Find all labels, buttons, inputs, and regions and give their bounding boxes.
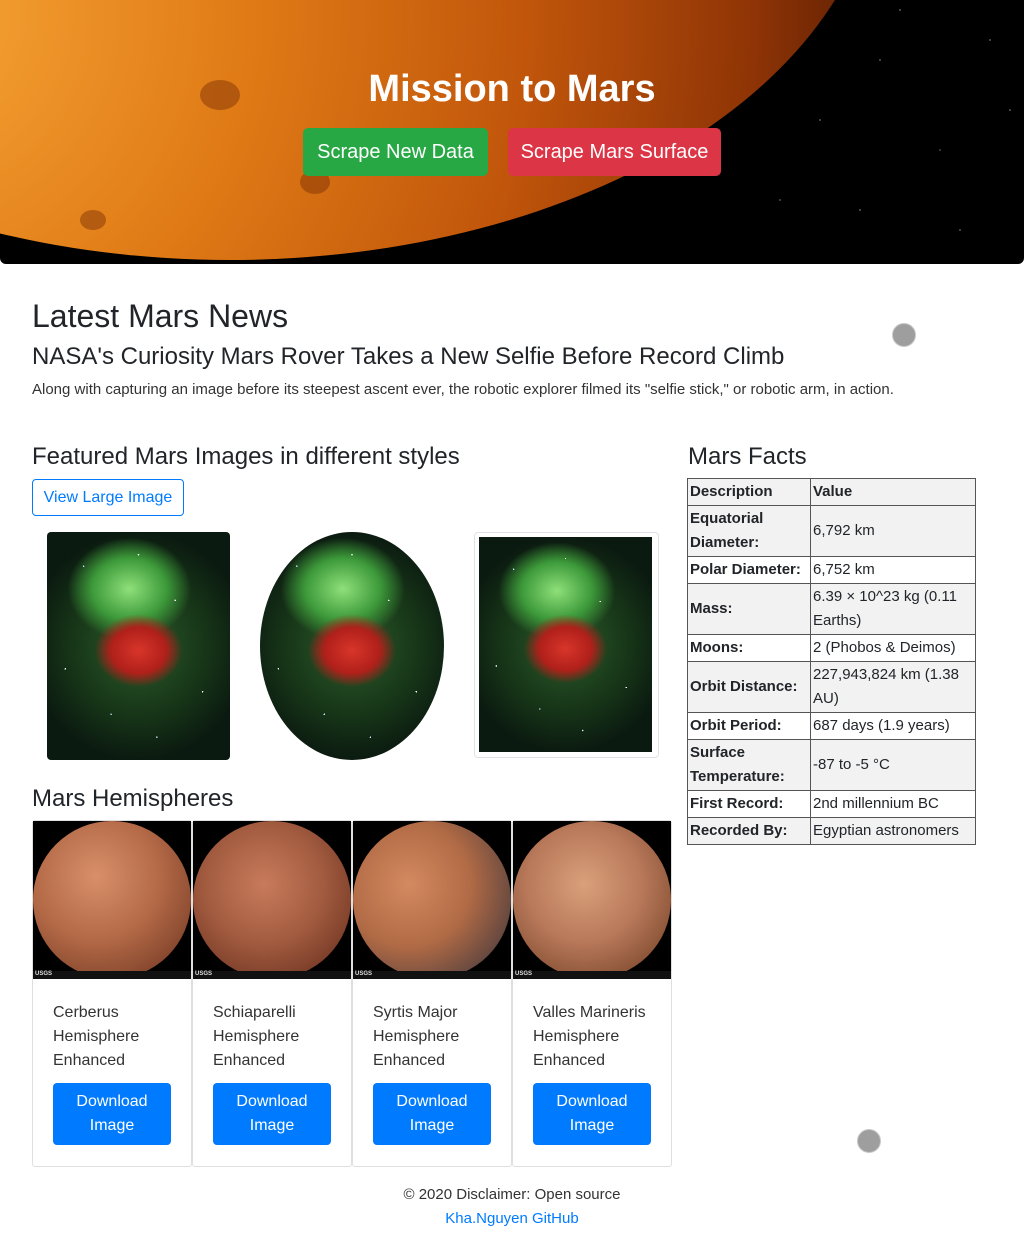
table-row: Polar Diameter: 6,752 km <box>687 556 976 584</box>
table-row: Orbit Distance: 227,943,824 km (1.38 AU) <box>687 661 976 713</box>
facts-heading: Mars Facts <box>688 443 807 470</box>
table-row: Recorded By: Egyptian astronomers <box>687 817 976 845</box>
fact-description: Orbit Distance: <box>687 661 811 713</box>
table-row: First Record: 2nd millennium BC <box>687 790 976 818</box>
fact-description: Mass: <box>687 583 811 635</box>
usgs-logo: USGS <box>195 971 213 977</box>
fact-value: 2nd millennium BC <box>810 790 976 818</box>
usgs-logo: USGS <box>35 971 53 977</box>
fact-description: Polar Diameter: <box>687 556 811 584</box>
fact-value: 6,792 km <box>810 505 976 557</box>
hemisphere-card: USGS Valles Marineris Hemisphere Enhance… <box>512 820 672 1167</box>
featured-image-circle <box>260 532 444 760</box>
fact-value: -87 to -5 °C <box>810 739 976 791</box>
column-header: Description <box>687 478 811 506</box>
fact-value: 227,943,824 km (1.38 AU) <box>810 661 976 713</box>
fact-value: 687 days (1.9 years) <box>810 712 976 740</box>
news-heading: Latest Mars News <box>32 298 289 334</box>
hemisphere-title: Cerberus Hemisphere Enhanced <box>53 1004 140 1069</box>
page-title: Mission to Mars <box>368 68 656 110</box>
table-row: Surface Temperature: -87 to -5 °C <box>687 739 976 791</box>
crater-decoration <box>80 210 106 230</box>
mars-globe-image <box>513 821 671 979</box>
table-row: Equatorial Diameter: 6,792 km <box>687 505 976 557</box>
hemisphere-card: USGS Cerberus Hemisphere Enhanced Downlo… <box>32 820 192 1167</box>
usgs-logo: USGS <box>515 971 533 977</box>
fact-value: 2 (Phobos & Deimos) <box>810 634 976 662</box>
column-header: Value <box>810 478 976 506</box>
hemisphere-image: USGS <box>513 821 671 979</box>
featured-heading: Featured Mars Images in different styles <box>32 443 460 470</box>
scrape-new-data-button[interactable]: Scrape New Data <box>303 128 488 176</box>
mars-globe-image <box>193 821 351 979</box>
hemisphere-card: USGS Schiaparelli Hemisphere Enhanced Do… <box>192 820 352 1167</box>
hemisphere-image: USGS <box>33 821 191 979</box>
hemisphere-card: USGS Syrtis Major Hemisphere Enhanced Do… <box>352 820 512 1167</box>
image-caption-strip <box>513 971 671 979</box>
fact-value: 6,752 km <box>810 556 976 584</box>
download-image-button[interactable]: Download Image <box>373 1083 491 1145</box>
fact-description: Orbit Period: <box>687 712 811 740</box>
github-link[interactable]: Kha.Nguyen GitHub <box>0 1210 1024 1227</box>
fact-value: 6.39 × 10^23 kg (0.11 Earths) <box>810 583 976 635</box>
cursor-indicator-icon <box>892 323 916 347</box>
cursor-indicator-icon <box>857 1129 881 1153</box>
fact-description: First Record: <box>687 790 811 818</box>
news-paragraph: Along with capturing an image before its… <box>32 381 894 398</box>
download-image-button[interactable]: Download Image <box>533 1083 651 1145</box>
hemisphere-title: Schiaparelli Hemisphere Enhanced <box>213 1004 300 1069</box>
image-caption-strip <box>193 971 351 979</box>
image-caption-strip <box>353 971 511 979</box>
table-row: Mass: 6.39 × 10^23 kg (0.11 Earths) <box>687 583 976 635</box>
hemispheres-heading: Mars Hemispheres <box>32 785 234 812</box>
download-image-button[interactable]: Download Image <box>213 1083 331 1145</box>
fact-description: Moons: <box>687 634 811 662</box>
fact-description: Equatorial Diameter: <box>687 505 811 557</box>
usgs-logo: USGS <box>355 971 373 977</box>
footer-disclaimer: © 2020 Disclaimer: Open source <box>403 1186 621 1203</box>
hemisphere-title: Syrtis Major Hemisphere Enhanced <box>373 1004 460 1069</box>
hemisphere-title: Valles Marineris Hemisphere Enhanced <box>533 1004 646 1069</box>
fact-description: Recorded By: <box>687 817 811 845</box>
table-row: Orbit Period: 687 days (1.9 years) <box>687 712 976 740</box>
view-large-image-button[interactable]: View Large Image <box>32 479 184 516</box>
featured-image-thumbnail <box>479 537 652 752</box>
hemisphere-image: USGS <box>193 821 351 979</box>
fact-value: Egyptian astronomers <box>810 817 976 845</box>
mars-globe-image <box>33 821 191 979</box>
news-title: NASA's Curiosity Mars Rover Takes a New … <box>32 343 785 370</box>
table-row: Moons: 2 (Phobos & Deimos) <box>687 634 976 662</box>
jumbotron-header: Mission to Mars Scrape New Data Scrape M… <box>0 0 1024 264</box>
table-header-row: Description Value <box>687 478 976 506</box>
mars-facts-table: Description Value Equatorial Diameter: 6… <box>687 478 976 845</box>
scrape-mars-surface-button[interactable]: Scrape Mars Surface <box>508 128 721 176</box>
mars-globe-image <box>353 821 511 979</box>
featured-image-rounded <box>47 532 230 760</box>
fact-description: Surface Temperature: <box>687 739 811 791</box>
hemisphere-image: USGS <box>353 821 511 979</box>
download-image-button[interactable]: Download Image <box>53 1083 171 1145</box>
image-caption-strip <box>33 971 191 979</box>
